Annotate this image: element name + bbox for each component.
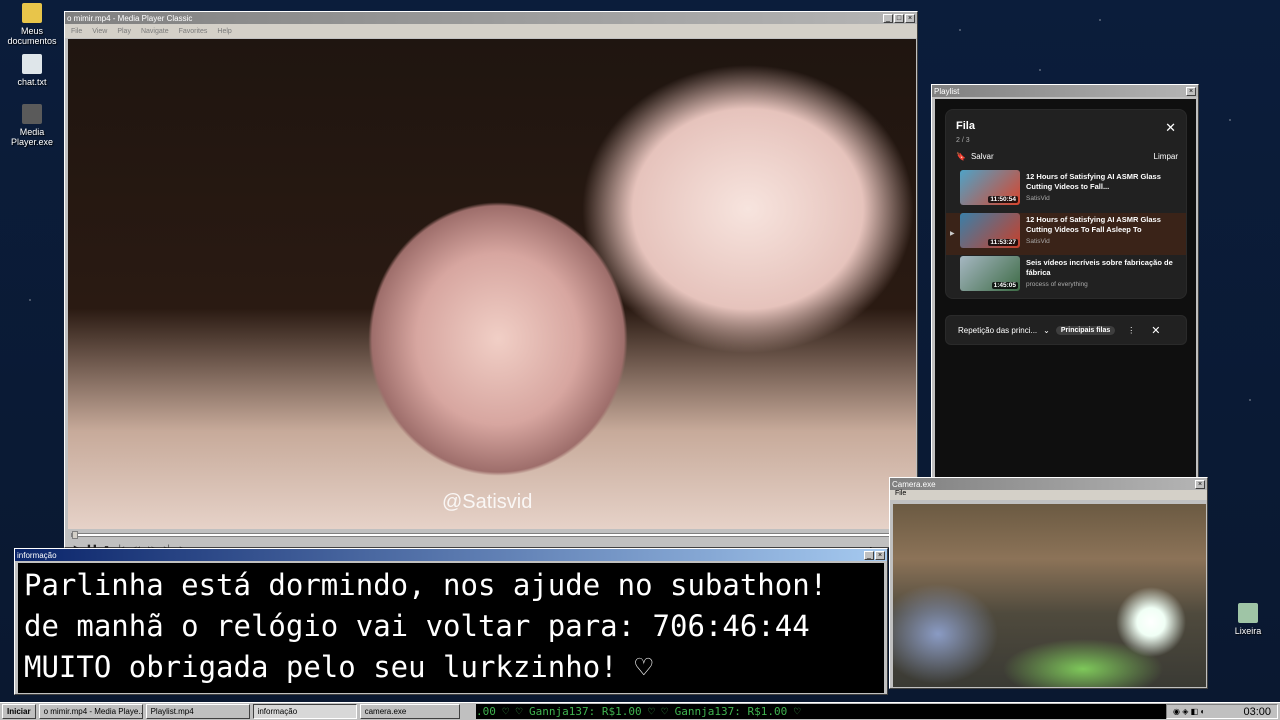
playlist-window: Playlist × Fila 2 / 3 ✕ 🔖 Salvar Limpar … — [931, 84, 1199, 480]
menu-play[interactable]: Play — [117, 28, 131, 35]
recycle-bin-icon — [1238, 603, 1258, 623]
camera-window: Camera.exe × File — [889, 477, 1208, 689]
duration-badge: 1:45:05 — [991, 282, 1018, 289]
desktop-icon-documents[interactable]: Meus documentos — [0, 3, 64, 46]
channel-name: SatisVid — [1026, 195, 1050, 202]
channel-name: SatisVid — [1026, 238, 1050, 245]
video-thumbnail: 1:45:05 — [960, 256, 1020, 291]
playlist-titlebar[interactable]: Playlist × — [932, 85, 1198, 97]
desktop-icon-label: Meus documentos — [7, 26, 57, 46]
video-frame[interactable]: @Satisvid — [68, 39, 916, 529]
donation-ticker: .00 ♡ ♡ Gannja137: R$1.00 ♡ ♡ Gannja137:… — [476, 704, 1166, 719]
folder-icon — [22, 3, 42, 23]
desktop-icon-label: Media Player.exe — [10, 127, 54, 147]
desktop-icon-chat[interactable]: chat.txt — [0, 54, 64, 87]
queue-item[interactable]: 11:50:54 12 Hours of Satisfying AI ASMR … — [946, 170, 1186, 212]
camera-titlebar[interactable]: Camera.exe × — [890, 478, 1207, 490]
menu-favorites[interactable]: Favorites — [179, 28, 208, 35]
desktop-icon-label: chat.txt — [17, 77, 47, 87]
video-title: 12 Hours of Satisfying AI ASMR Glass Cut… — [1026, 215, 1161, 234]
minimize-button[interactable]: _ — [864, 550, 874, 560]
bookmark-icon: 🔖 — [956, 152, 966, 161]
window-title: Playlist — [934, 86, 960, 96]
queue-item[interactable]: 1:45:05 Seis vídeos incríveis sobre fabr… — [946, 256, 1186, 298]
repeat-bar: Repetição das princi... ⌄ Principais fil… — [945, 315, 1187, 345]
task-media-player[interactable]: o mimir.mp4 - Media Playe... — [38, 704, 143, 719]
duration-badge: 11:50:54 — [988, 196, 1018, 203]
video-thumbnail: 11:53:27 — [960, 213, 1020, 248]
desktop-icon-media-player[interactable]: Media Player.exe — [0, 104, 64, 147]
close-button[interactable]: × — [905, 13, 915, 23]
queue-panel: Fila 2 / 3 ✕ 🔖 Salvar Limpar 11:50:54 12… — [945, 109, 1187, 299]
clear-button[interactable]: Limpar — [1154, 152, 1178, 161]
channel-name: process of everything — [1026, 281, 1088, 288]
close-icon[interactable]: ✕ — [1165, 120, 1176, 136]
duration-badge: 11:53:27 — [988, 239, 1018, 246]
info-window: informação _ × Parlinha está dormindo, n… — [14, 548, 888, 695]
video-title: Seis vídeos incríveis sobre fabricação d… — [1026, 258, 1173, 277]
minimize-button[interactable]: _ — [883, 13, 893, 23]
task-playlist[interactable]: Playlist.mp4 — [145, 704, 250, 719]
tray-icons[interactable]: ◉ ◈ ◧ ◐ — [1173, 707, 1205, 716]
menu-view[interactable]: View — [92, 28, 107, 35]
now-playing-icon: ▶ — [950, 231, 955, 237]
system-tray: ◉ ◈ ◧ ◐ 03:00 — [1166, 704, 1278, 719]
seek-bar[interactable] — [71, 531, 913, 539]
window-title: o mimir.mp4 - Media Player Classic — [67, 13, 193, 23]
menu-file[interactable]: File — [895, 490, 906, 497]
window-title: Camera.exe — [892, 479, 936, 489]
close-button[interactable]: × — [1186, 86, 1196, 96]
queue-item-current[interactable]: ▶ 11:53:27 12 Hours of Satisfying AI ASM… — [946, 213, 1186, 255]
desktop-icon-label: Lixeira — [1234, 626, 1262, 636]
repeat-dropdown[interactable]: Repetição das princi... — [958, 326, 1037, 335]
taskbar: Iniciar o mimir.mp4 - Media Playe... Pla… — [0, 702, 1280, 720]
maximize-button[interactable]: □ — [894, 13, 904, 23]
info-text-area: Parlinha está dormindo, nos ajude no sub… — [18, 563, 884, 693]
info-titlebar[interactable]: informação _ × — [15, 549, 887, 561]
seek-thumb[interactable] — [72, 531, 78, 539]
media-player-menubar: File View Play Navigate Favorites Help — [65, 24, 917, 38]
menu-file[interactable]: File — [71, 28, 82, 35]
camera-feed — [893, 504, 1206, 687]
menu-help[interactable]: Help — [217, 28, 231, 35]
info-line-2: de manhã o relógio vai voltar para: 706:… — [24, 609, 810, 643]
close-button[interactable]: × — [875, 550, 885, 560]
queue-chip[interactable]: Principais filas — [1055, 325, 1116, 335]
video-thumbnail: 11:50:54 — [960, 170, 1020, 205]
camera-menubar: File — [890, 490, 1207, 500]
info-line-1: Parlinha está dormindo, nos ajude no sub… — [24, 568, 828, 602]
close-icon[interactable]: ✕ — [1151, 324, 1160, 337]
info-line-3: MUITO obrigada pelo seu lurkzinho! ♡ — [24, 650, 653, 684]
desktop-icon-recycle-bin[interactable]: Lixeira — [1216, 603, 1280, 636]
start-button[interactable]: Iniciar — [2, 704, 36, 719]
save-label: Salvar — [970, 152, 994, 161]
queue-count: 2 / 3 — [956, 137, 970, 144]
more-options-icon[interactable]: ⋮ — [1127, 326, 1135, 335]
playlist-body: Fila 2 / 3 ✕ 🔖 Salvar Limpar 11:50:54 12… — [935, 99, 1196, 477]
media-player-window: o mimir.mp4 - Media Player Classic _ □ ×… — [64, 11, 918, 553]
task-info[interactable]: informação — [252, 704, 357, 719]
window-title: informação — [17, 550, 57, 560]
chevron-down-icon[interactable]: ⌄ — [1043, 326, 1050, 335]
video-title: 12 Hours of Satisfying AI ASMR Glass Cut… — [1026, 172, 1161, 191]
media-player-icon — [22, 104, 42, 124]
media-player-titlebar[interactable]: o mimir.mp4 - Media Player Classic _ □ × — [65, 12, 917, 24]
clock: 03:00 — [1243, 705, 1271, 718]
task-camera[interactable]: camera.exe — [359, 704, 460, 719]
text-file-icon — [22, 54, 42, 74]
menu-navigate[interactable]: Navigate — [141, 28, 169, 35]
queue-title: Fila — [956, 120, 975, 132]
video-watermark: @Satisvid — [442, 491, 533, 513]
save-button[interactable]: 🔖 Salvar — [956, 152, 994, 161]
close-button[interactable]: × — [1195, 479, 1205, 489]
